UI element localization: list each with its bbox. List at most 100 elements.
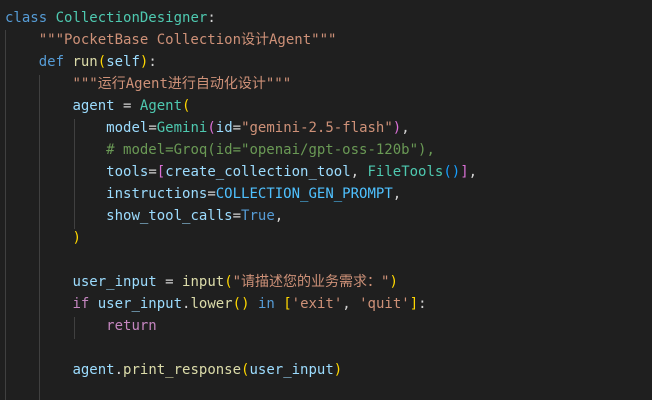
code-line[interactable]: tools=[create_collection_tool, FileTools… xyxy=(5,161,477,183)
code-token: = xyxy=(207,186,216,202)
code-line[interactable]: """运行Agent进行自动化设计""" xyxy=(5,73,291,95)
code-token: id xyxy=(215,120,233,136)
code-token: , xyxy=(342,296,360,312)
code-token: ) xyxy=(333,362,343,378)
code-token: user_input xyxy=(97,296,183,312)
code-token: user_input xyxy=(72,274,157,290)
code-token: user_input xyxy=(249,362,334,378)
code-token: = xyxy=(232,208,242,224)
code-token: show_tool_calls xyxy=(106,208,233,224)
code-token: class xyxy=(5,10,48,26)
code-token: : xyxy=(148,54,157,70)
code-token: ) xyxy=(451,164,461,180)
code-token: Gemini xyxy=(156,120,208,136)
code-token: , xyxy=(392,186,402,202)
code-line[interactable]: model=Gemini(id="gemini-2.5-flash"), xyxy=(5,117,410,139)
code-token: ( xyxy=(443,164,452,180)
code-token: """运行Agent进行自动化设计""" xyxy=(72,76,292,92)
code-line[interactable]: def run(self): xyxy=(5,51,157,73)
code-token: print_response xyxy=(123,362,242,378)
code-token: 'quit' xyxy=(359,296,410,312)
code-token: tools xyxy=(106,164,149,180)
code-token: , xyxy=(468,164,478,180)
code-line[interactable]: show_tool_calls=True, xyxy=(5,205,283,227)
code-token: ] xyxy=(460,164,469,180)
code-editor[interactable]: class CollectionDesigner: """PocketBase … xyxy=(0,0,652,400)
code-token: create_collection_tool xyxy=(165,164,351,180)
code-token: COLLECTION_GEN_PROMPT xyxy=(215,186,393,202)
code-token: = xyxy=(156,274,183,290)
code-line[interactable]: instructions=COLLECTION_GEN_PROMPT, xyxy=(5,183,401,205)
code-token: def xyxy=(38,54,65,70)
code-token: [ xyxy=(156,164,166,180)
code-token: """PocketBase Collection设计Agent""" xyxy=(38,32,337,48)
code-line[interactable]: ) xyxy=(5,227,81,249)
code-token: True xyxy=(241,208,275,224)
code-token: , xyxy=(274,208,284,224)
code-token: return xyxy=(106,318,157,334)
code-token: ) xyxy=(389,274,398,290)
code-token: = xyxy=(148,120,157,136)
code-line[interactable]: """PocketBase Collection设计Agent""" xyxy=(5,29,337,51)
code-line[interactable]: return xyxy=(5,315,157,337)
code-token: ) xyxy=(392,120,402,136)
code-token: , xyxy=(350,164,368,180)
code-token: in xyxy=(257,296,275,312)
code-token: 'exit' xyxy=(291,296,343,312)
code-token: model xyxy=(106,120,149,136)
code-line[interactable]: agent = Agent( xyxy=(5,95,190,117)
code-line[interactable]: if user_input.lower() in ['exit', 'quit'… xyxy=(5,293,427,315)
code-token: ( xyxy=(232,296,242,312)
code-token: ) xyxy=(241,296,250,312)
code-token: , xyxy=(401,120,410,136)
code-token: agent xyxy=(72,362,115,378)
code-token: input xyxy=(182,274,225,290)
code-token: # model=Groq(id="openai/gpt-oss-120b"), xyxy=(106,142,435,158)
code-token: : xyxy=(207,10,216,26)
code-line[interactable]: class CollectionDesigner: xyxy=(5,7,216,29)
code-token: : xyxy=(418,296,427,312)
code-token: CollectionDesigner xyxy=(55,10,208,26)
code-token: ( xyxy=(182,98,191,114)
code-token: lower xyxy=(190,296,233,312)
code-token: ( xyxy=(207,120,216,136)
code-token: ( xyxy=(97,54,107,70)
code-token: = xyxy=(232,120,242,136)
code-token: ) xyxy=(72,230,81,246)
code-line[interactable]: user_input = input("请描述您的业务需求：") xyxy=(5,271,398,293)
code-token: = xyxy=(148,164,157,180)
code-token: . xyxy=(114,362,124,378)
code-line[interactable]: # model=Groq(id="openai/gpt-oss-120b"), xyxy=(5,139,435,161)
code-token: "gemini-2.5-flash" xyxy=(241,120,393,136)
code-token: Agent xyxy=(139,98,183,114)
code-token: if xyxy=(72,296,90,312)
code-token: = xyxy=(114,98,140,114)
code-token: "请描述您的业务需求：" xyxy=(232,274,390,290)
code-token: [ xyxy=(283,296,292,312)
code-token: agent xyxy=(72,98,115,114)
code-token: instructions xyxy=(106,186,208,202)
code-token: FileTools xyxy=(367,164,444,180)
code-token: run xyxy=(72,54,98,70)
code-token: ] xyxy=(409,296,419,312)
code-line[interactable]: agent.print_response(user_input) xyxy=(5,359,342,381)
code-token: ( xyxy=(224,274,233,290)
